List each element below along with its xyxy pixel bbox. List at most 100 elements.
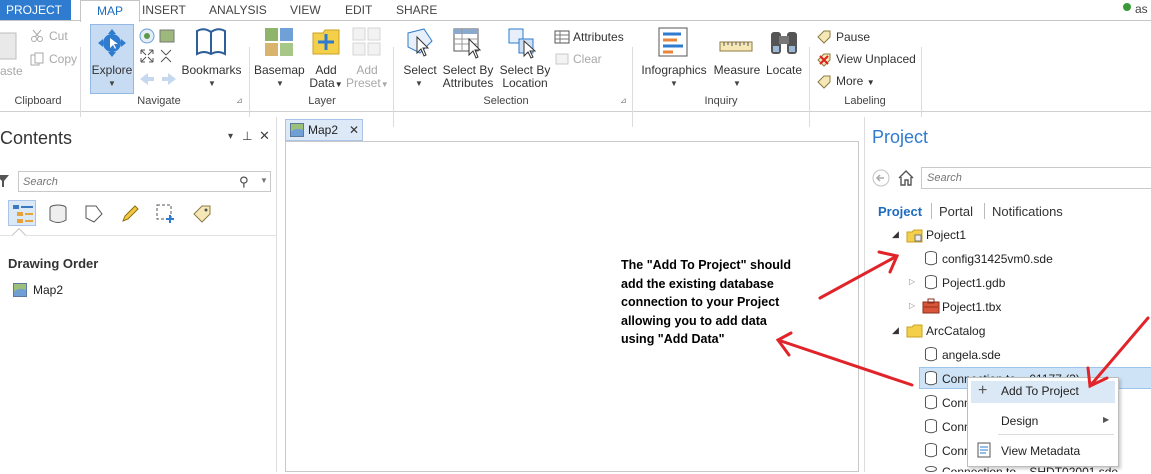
- paste-icon: [0, 32, 17, 60]
- ribbon-separator: [393, 47, 394, 127]
- subtab-project[interactable]: Project: [878, 204, 922, 219]
- dropdown-icon[interactable]: ▾: [228, 131, 233, 142]
- tab-map2[interactable]: Map2 ✕: [285, 119, 363, 141]
- database-connection-icon: [925, 395, 937, 410]
- select-by-location-icon: [508, 28, 537, 59]
- tab-project[interactable]: PROJECT: [0, 0, 71, 21]
- chevron-down-icon[interactable]: ▼: [260, 176, 268, 185]
- more-label: More: [836, 74, 864, 88]
- menu-item-view-metadata[interactable]: View Metadata: [1001, 444, 1080, 458]
- contents-search-input[interactable]: [18, 171, 271, 192]
- chevron-down-icon: ▼: [670, 79, 678, 88]
- annotation-line: connection to your Project: [621, 295, 780, 309]
- locate-button[interactable]: Locate: [763, 64, 805, 77]
- view-unplaced-button[interactable]: View Unplaced: [836, 53, 916, 66]
- tab-share[interactable]: SHARE: [396, 0, 437, 21]
- add-data-label-line2: Data: [309, 76, 335, 90]
- bookmarks-icon: [196, 28, 226, 56]
- map-item-label[interactable]: Map2: [33, 283, 63, 297]
- expand-arrow-icon[interactable]: ◢: [892, 229, 899, 240]
- user-name[interactable]: as: [1135, 2, 1148, 16]
- tab-insert[interactable]: INSERT: [142, 0, 186, 21]
- filter-icon: [0, 175, 9, 187]
- ribbon: aste Cut Copy Clipboard Explore ▼ Bookma…: [0, 20, 1151, 127]
- tree-item-tbx[interactable]: Poject1.tbx: [942, 295, 1001, 319]
- clear-selection-icon: [555, 53, 569, 65]
- project-search-input[interactable]: [921, 167, 1151, 189]
- tree-item-config-sde[interactable]: config31425vm0.sde: [942, 247, 1053, 271]
- cut-button[interactable]: Cut: [49, 30, 68, 43]
- database-connection-icon: [925, 419, 937, 434]
- group-label-navigate: Navigate: [137, 95, 181, 107]
- measure-button[interactable]: Measure: [712, 64, 762, 77]
- context-menu: + Add To Project Design ▶ View Metadata: [967, 377, 1119, 467]
- tab-edit[interactable]: EDIT: [345, 0, 372, 21]
- selection-list-icon[interactable]: [84, 204, 104, 224]
- annotation-line: using "Add Data": [621, 332, 725, 346]
- search-icon[interactable]: ⚲: [239, 174, 249, 190]
- ribbon-separator: [921, 47, 922, 127]
- tree-item-poject1[interactable]: Poject1: [926, 223, 966, 247]
- metadata-icon: [977, 442, 991, 458]
- collapsed-arrow-icon[interactable]: ▷: [909, 277, 915, 286]
- select-by-location-button[interactable]: Select By Location: [497, 64, 553, 90]
- more-button[interactable]: More ▼: [836, 75, 875, 89]
- pin-icon[interactable]: ⊥: [242, 129, 252, 143]
- toolbox-icon: [922, 298, 940, 314]
- close-icon[interactable]: ✕: [349, 120, 359, 140]
- pause-button[interactable]: Pause: [836, 31, 870, 44]
- chevron-down-icon: ▼: [276, 79, 284, 88]
- annotation-line: allowing you to add data: [621, 313, 767, 328]
- explore-label: Explore: [91, 63, 133, 77]
- infographics-icon: [658, 27, 688, 57]
- editing-pencil-icon[interactable]: [120, 204, 140, 224]
- subtab-portal[interactable]: Portal: [939, 204, 973, 219]
- back-arrow-icon[interactable]: [872, 169, 890, 187]
- add-preset-button[interactable]: Add Preset▼: [346, 64, 389, 91]
- map-icon: [13, 283, 27, 297]
- labeling-icon[interactable]: [191, 203, 213, 225]
- map-tab-label: Map2: [308, 123, 339, 137]
- dialog-launcher-icon[interactable]: ⊿: [236, 96, 243, 105]
- home-icon[interactable]: [897, 169, 915, 187]
- group-label-layer: Layer: [308, 95, 336, 107]
- tab-map[interactable]: MAP: [80, 0, 140, 22]
- tree-item-angela-sde[interactable]: angela.sde: [942, 343, 1001, 367]
- data-source-icon[interactable]: [48, 204, 68, 224]
- bookmarks-button[interactable]: Bookmarks: [180, 64, 243, 77]
- map-icon: [290, 123, 304, 137]
- subtab-divider: [984, 203, 985, 219]
- explore-icon: [98, 29, 126, 57]
- more-label-icon: [817, 75, 831, 89]
- drawing-order-icon: [13, 205, 33, 223]
- geodatabase-icon: [925, 275, 937, 290]
- selected-tool-pointer: [11, 227, 27, 243]
- database-connection-icon: [925, 466, 937, 472]
- snapping-icon[interactable]: [155, 203, 177, 225]
- group-label-selection: Selection: [483, 95, 529, 107]
- tree-item-gdb[interactable]: Poject1.gdb: [942, 271, 1005, 295]
- subtab-notifications[interactable]: Notifications: [992, 204, 1063, 219]
- copy-button[interactable]: Copy: [49, 53, 77, 66]
- expand-arrow-icon[interactable]: ◢: [892, 325, 899, 336]
- tab-analysis[interactable]: ANALYSIS: [209, 0, 267, 21]
- infographics-button[interactable]: Infographics: [638, 64, 710, 77]
- chevron-down-icon: ▼: [108, 79, 116, 88]
- contents-pane: Contents ▾ ⊥ ✕ ⚲ ▼ Drawing Order Map2: [0, 117, 277, 472]
- tree-item-arccatalog[interactable]: ArcCatalog: [926, 319, 985, 343]
- project-pane-title: Project: [872, 127, 929, 147]
- toolbar-divider: [0, 235, 277, 236]
- attributes-button[interactable]: Attributes: [573, 31, 624, 44]
- close-icon[interactable]: ✕: [259, 128, 270, 144]
- select-by-attributes-button[interactable]: Select By Attributes: [440, 64, 496, 90]
- clear-button[interactable]: Clear: [573, 53, 602, 66]
- add-data-button[interactable]: Add Data▼: [308, 64, 344, 91]
- basemap-button[interactable]: Basemap: [254, 64, 305, 77]
- paste-button[interactable]: aste: [0, 65, 23, 78]
- collapsed-arrow-icon[interactable]: ▷: [909, 301, 915, 310]
- menu-item-design[interactable]: Design: [1001, 414, 1038, 428]
- select-button[interactable]: Select: [400, 64, 440, 77]
- tab-view[interactable]: VIEW: [290, 0, 321, 21]
- database-connection-icon: [925, 251, 937, 266]
- dialog-launcher-icon[interactable]: ⊿: [620, 96, 627, 105]
